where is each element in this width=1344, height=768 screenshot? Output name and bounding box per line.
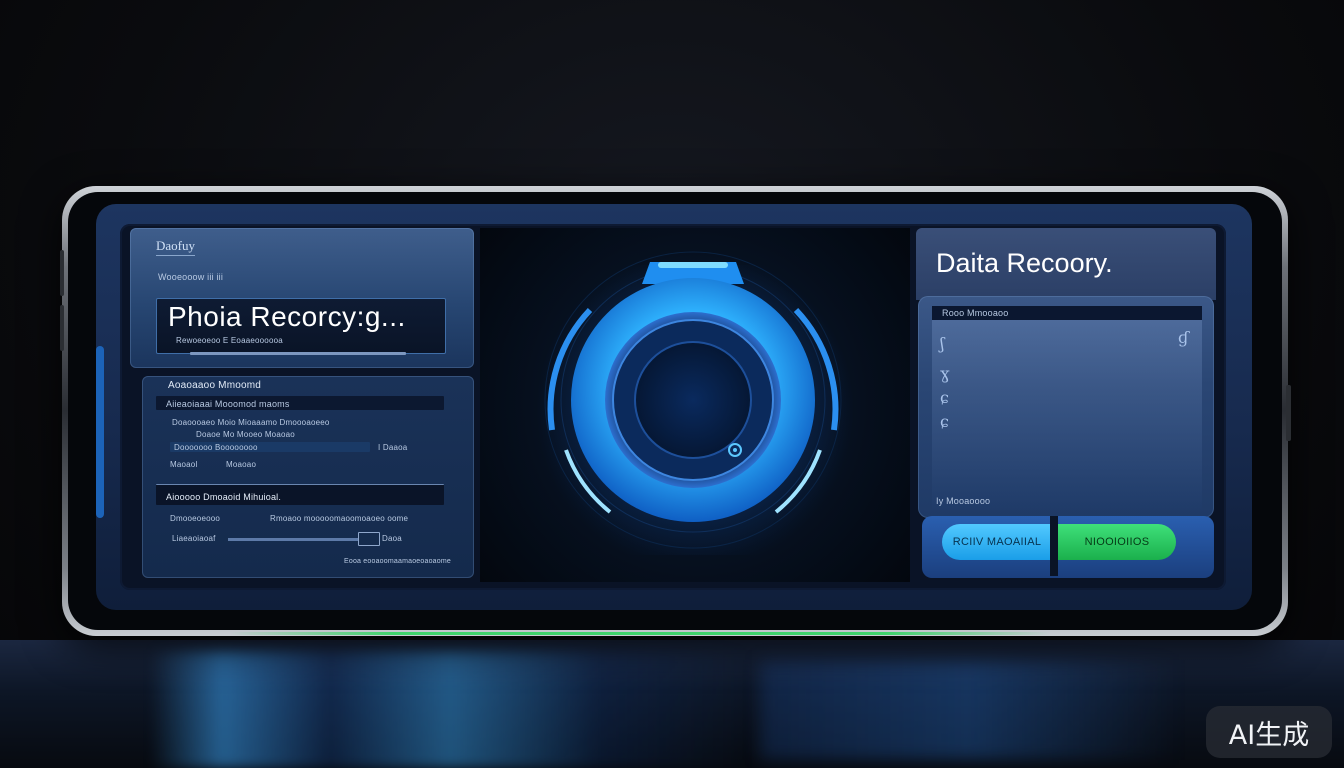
option-row-4a: Maoaol xyxy=(170,460,198,469)
glyph-1: ʃ xyxy=(940,334,945,353)
section2-heading[interactable]: Aiooooo Dmoaoid Mihuioal. xyxy=(166,492,281,502)
page-title: Phoia Recorcy:g... xyxy=(168,301,406,332)
glyph-2: ɣ xyxy=(940,364,950,383)
button-divider xyxy=(1050,516,1058,576)
section2-row-a: Dmooeoeooo xyxy=(170,514,221,523)
options-heading: Aoaoaaoo Mmoomd xyxy=(168,380,262,391)
floor-glow-right xyxy=(760,660,1180,760)
panel-footer: Eooa eooaoomaamaoeoaoaome xyxy=(344,558,451,565)
recover-button[interactable]: RCIIV MAOAIIAL xyxy=(942,524,1052,560)
app-logo: Daofuy xyxy=(156,238,195,256)
progress-underline xyxy=(190,352,406,355)
volume-up-button[interactable] xyxy=(60,250,64,296)
option-row-3a: Dooooooo Boooooooo xyxy=(174,443,258,452)
option-row-3b: I Daaoa xyxy=(378,443,408,452)
scan-button[interactable]: NIOOIOIIOS xyxy=(1058,524,1176,560)
option-row-1[interactable]: Aiieaoiaaai Mooomod maoms xyxy=(166,399,290,409)
glyph-3: ɕ xyxy=(940,388,949,407)
glyph-4: ɕ xyxy=(940,412,949,431)
status-light-strip xyxy=(230,632,1050,635)
power-button[interactable] xyxy=(1286,385,1291,441)
option-row-2b: Doaoe Mo Mooeo Moaoao xyxy=(196,430,295,439)
ai-watermark: AI生成 xyxy=(1206,706,1332,758)
section2-row-b: Rmoaoo mooooomaoomoaoeo oome xyxy=(270,514,409,523)
slider-handle[interactable] xyxy=(358,532,380,546)
glyph-right: ɠ xyxy=(1178,328,1189,347)
option-row-2a: Doaoooaeo Moio Mioaaamo Dmoooaoeeo xyxy=(172,418,330,427)
right-title: Daita Recoory. xyxy=(936,248,1113,278)
slider-value: Daoa xyxy=(382,534,402,543)
right-status-label: Iy Mooaoooo xyxy=(936,496,991,506)
right-sub-label: Rooo Mmooaoo xyxy=(942,308,1009,318)
title-subtext: Rewoeoeoo E Eoaaeoooooa xyxy=(176,336,283,345)
option-row-4b: Moaoao xyxy=(226,460,257,469)
volume-down-button[interactable] xyxy=(60,305,64,351)
slider-label: Liaeaoiaoaf xyxy=(172,534,216,543)
header-caption: Wooeooow iii iii xyxy=(158,272,224,282)
floor-glow xyxy=(150,650,750,768)
right-preview-area xyxy=(932,320,1202,510)
slider-track[interactable] xyxy=(228,538,358,541)
lock-dial-icon[interactable] xyxy=(530,250,860,550)
left-accent-bar xyxy=(96,346,104,518)
